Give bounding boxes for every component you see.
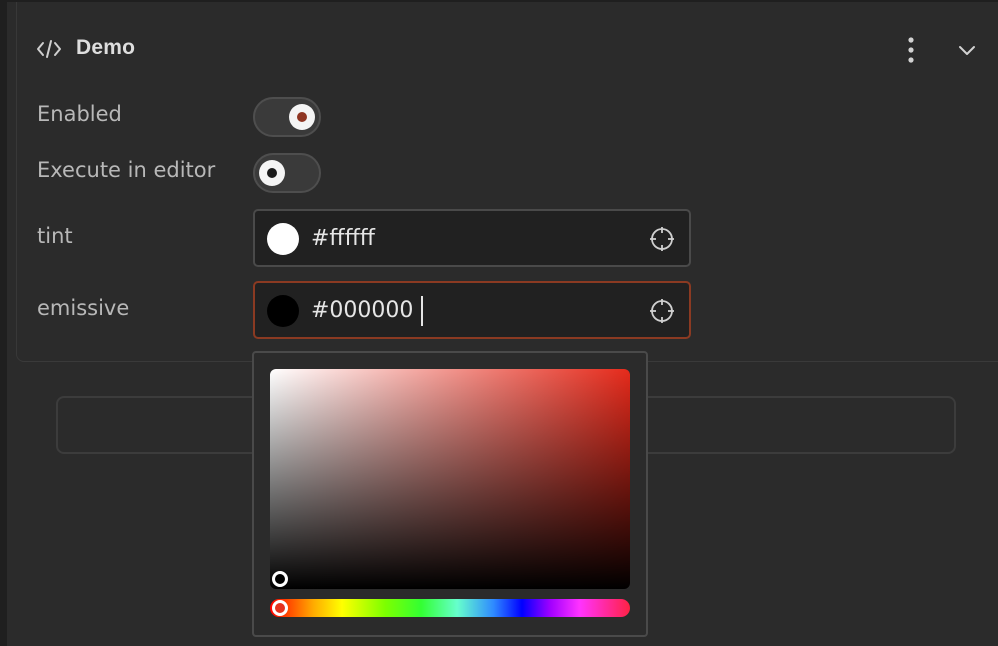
emissive-swatch[interactable] — [267, 295, 299, 327]
enabled-label: Enabled — [37, 102, 122, 126]
saturation-value-area[interactable] — [270, 369, 630, 589]
emissive-label: emissive — [37, 296, 130, 320]
eyedropper-icon[interactable] — [649, 226, 675, 252]
tint-color-field[interactable] — [253, 209, 691, 267]
execute-in-editor-toggle[interactable] — [253, 153, 321, 193]
left-rail — [0, 0, 7, 646]
component-title: Demo — [76, 36, 136, 59]
enabled-toggle[interactable] — [253, 97, 321, 137]
more-vertical-icon[interactable] — [903, 35, 919, 65]
inspector-page: Demo Enabled Execute in editor tint #fff… — [0, 0, 998, 646]
component-header[interactable]: Demo — [17, 2, 998, 98]
tint-hex-input[interactable] — [311, 223, 611, 253]
toggle-knob — [289, 104, 315, 130]
component-panel: Demo Enabled Execute in editor tint #fff… — [16, 2, 998, 362]
eyedropper-icon[interactable] — [649, 298, 675, 324]
color-picker-popup — [252, 351, 648, 637]
saturation-value-handle[interactable] — [272, 571, 288, 587]
emissive-hex-input[interactable] — [311, 295, 611, 325]
hue-slider[interactable] — [270, 599, 630, 617]
text-caret — [421, 296, 423, 326]
tint-label: tint — [37, 224, 73, 248]
execute-in-editor-label: Execute in editor — [37, 158, 216, 182]
emissive-color-field[interactable] — [253, 281, 691, 339]
hue-slider-handle[interactable] — [272, 600, 288, 616]
toggle-knob — [259, 160, 285, 186]
tint-swatch[interactable] — [267, 223, 299, 255]
code-icon — [37, 40, 61, 58]
chevron-down-icon[interactable] — [955, 39, 979, 61]
